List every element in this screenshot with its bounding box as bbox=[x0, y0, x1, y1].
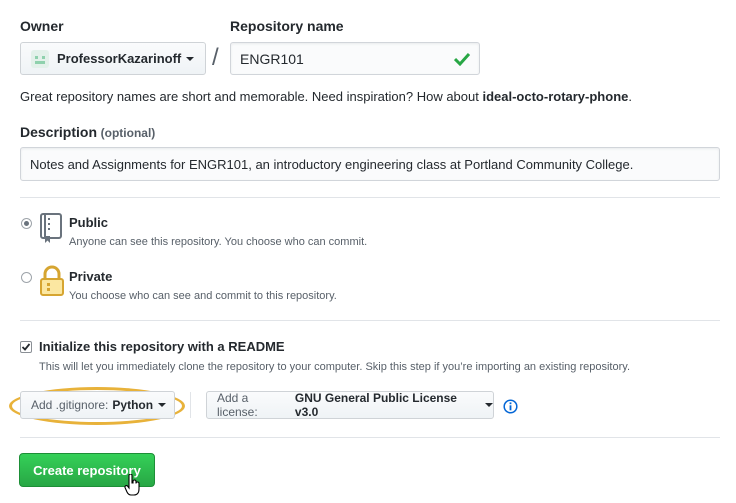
description-label-text: Description bbox=[20, 124, 98, 140]
name-hint-text: Great repository names are short and mem… bbox=[20, 89, 483, 104]
optional-hint: (optional) bbox=[100, 126, 156, 140]
license-select[interactable]: Add a license: GNU General Public Licens… bbox=[206, 391, 494, 419]
private-radio[interactable] bbox=[21, 272, 32, 283]
owner-select[interactable]: ProfessorKazarinoff bbox=[20, 42, 206, 75]
readme-description: This will let you immediately clone the … bbox=[39, 361, 630, 373]
description-value: Notes and Assignments for ENGR101, an in… bbox=[30, 156, 634, 172]
lock-icon bbox=[40, 265, 64, 296]
gitignore-value: Python bbox=[112, 398, 154, 412]
checkmark-icon bbox=[21, 343, 31, 351]
owner-label: Owner bbox=[20, 18, 64, 34]
public-radio[interactable] bbox=[21, 218, 32, 229]
suggested-name[interactable]: ideal-octo-rotary-phone bbox=[482, 89, 628, 104]
name-hint-end: . bbox=[628, 89, 632, 104]
description-label: Description (optional) bbox=[20, 124, 155, 140]
repo-book-icon bbox=[40, 213, 62, 243]
description-input[interactable]: Notes and Assignments for ENGR101, an in… bbox=[20, 147, 720, 181]
repo-name-input[interactable]: ENGR101 bbox=[230, 42, 480, 75]
license-value: GNU General Public License v3.0 bbox=[294, 391, 457, 419]
private-description: You choose who can see and commit to thi… bbox=[69, 290, 337, 302]
check-icon bbox=[454, 52, 470, 66]
hand-pointer-cursor-icon bbox=[124, 474, 140, 496]
chevron-down-icon bbox=[158, 403, 167, 407]
info-icon[interactable] bbox=[503, 399, 518, 414]
private-title: Private bbox=[69, 269, 113, 284]
chevron-down-icon bbox=[485, 403, 493, 407]
avatar bbox=[31, 49, 49, 68]
gitignore-select[interactable]: Add .gitignore: Python bbox=[20, 391, 175, 419]
name-hint: Great repository names are short and mem… bbox=[20, 89, 632, 104]
gitignore-label: Add .gitignore: bbox=[31, 398, 109, 412]
public-title: Public bbox=[69, 215, 109, 230]
vertical-divider bbox=[190, 392, 191, 418]
chevron-down-icon bbox=[186, 56, 195, 61]
public-description: Anyone can see this repository. You choo… bbox=[69, 236, 368, 248]
repo-name-value: ENGR101 bbox=[240, 50, 304, 67]
readme-checkbox[interactable] bbox=[20, 341, 32, 353]
divider bbox=[20, 437, 720, 438]
owner-repo-separator: / bbox=[212, 44, 219, 71]
readme-title: Initialize this repository with a README bbox=[39, 339, 285, 354]
repo-name-label: Repository name bbox=[230, 18, 344, 34]
divider bbox=[20, 197, 720, 198]
owner-value: ProfessorKazarinoff bbox=[57, 51, 182, 66]
divider bbox=[20, 320, 720, 321]
license-label: Add a license: bbox=[217, 391, 258, 419]
